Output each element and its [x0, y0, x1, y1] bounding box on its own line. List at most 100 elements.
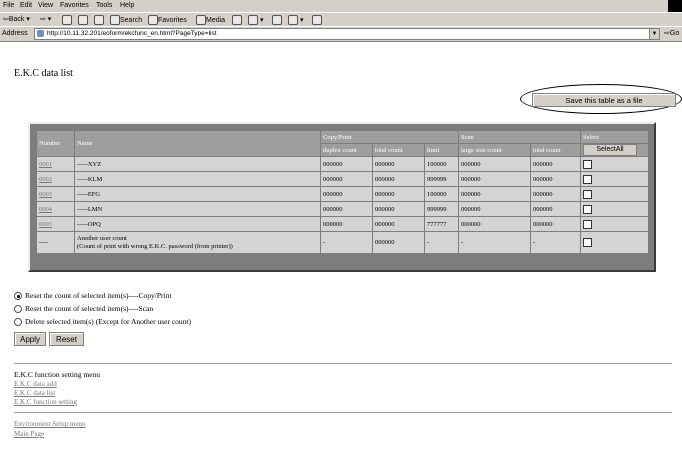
row-select-cell [580, 201, 649, 217]
search-icon [110, 15, 120, 25]
label-reset-scan: Reset the count of selected item(s)----S… [25, 304, 154, 313]
select-all-button[interactable]: SelectAll [583, 144, 637, 156]
row-limit: 100000 [424, 186, 459, 202]
header-name: Name [74, 130, 321, 157]
apply-button[interactable]: Apply [14, 332, 46, 346]
row-number-link[interactable]: 0005 [36, 216, 75, 232]
favorites-label: Favorites [158, 16, 187, 24]
header-copy-print: Copy/Print [320, 130, 459, 144]
other-limit: - [424, 231, 459, 254]
link-main-page[interactable]: Main Page [14, 430, 44, 438]
address-bar: Address http://10.11.32.201/eoform/ekcfu… [0, 26, 682, 42]
table-row: 0003 -----EFG 000000 000000 100000 00000… [36, 186, 649, 202]
row-select-cell [580, 216, 649, 232]
search-button[interactable]: Search [110, 15, 142, 25]
media-label: Media [206, 16, 226, 24]
link-environment-setup[interactable]: Environment Setup menu [14, 420, 86, 428]
option-reset-scan[interactable]: Reset the count of selected item(s)----S… [14, 304, 154, 314]
row-scan-total: 000000 [530, 171, 581, 187]
table-row: 0004 -----LMN 000000 000000 999999 00000… [36, 201, 649, 217]
media-icon [196, 15, 206, 25]
row-total: 000000 [372, 216, 425, 232]
radio-delete[interactable] [14, 318, 22, 327]
menu-file[interactable]: File [3, 2, 14, 9]
link-ekc-data-add[interactable]: E.K.C data add [14, 380, 57, 388]
address-label: Address [2, 30, 28, 37]
row-select-cell [580, 171, 649, 187]
option-reset-copy[interactable]: Reset the count of selected item(s)----C… [14, 291, 171, 301]
row-number-link[interactable]: 0001 [36, 156, 75, 172]
header-duplex-count: duplex count [320, 143, 373, 157]
other-scan-total: - [530, 231, 581, 254]
save-table-button[interactable]: Save this table as a file [532, 93, 676, 107]
address-dropdown-icon[interactable]: ▼ [649, 29, 659, 39]
header-large-size-count: large size count [458, 143, 531, 157]
row-limit: 999999 [424, 201, 459, 217]
select-all-cell: SelectAll [580, 143, 649, 157]
print-icon[interactable] [272, 15, 282, 25]
radio-reset-scan[interactable] [14, 305, 22, 314]
row-duplex: 000000 [320, 156, 373, 172]
row-large: 000000 [458, 186, 531, 202]
other-name-line1: Another user count [77, 234, 127, 242]
other-duplex: - [320, 231, 373, 254]
forward-icon[interactable]: ⇨ ▾ [40, 15, 51, 23]
other-select-cell [580, 231, 649, 254]
link-ekc-function-setting[interactable]: E.K.C function setting [14, 398, 77, 406]
row-name: -----EFG [74, 186, 321, 202]
link-ekc-data-list[interactable]: E.K.C data list [14, 389, 55, 397]
page-icon [37, 30, 44, 37]
discuss-icon[interactable] [312, 15, 322, 25]
row-name: -----OPQ [74, 216, 321, 232]
menu-tools[interactable]: Tools [96, 2, 112, 9]
menu-help[interactable]: Help [120, 2, 134, 9]
windows-logo-icon [668, 0, 682, 12]
table-row: 0005 -----OPQ 000000 000000 777777 00000… [36, 216, 649, 232]
radio-reset-copy[interactable] [14, 292, 22, 301]
row-number-link[interactable]: 0002 [36, 171, 75, 187]
row-name: -----LMN [74, 201, 321, 217]
address-input[interactable]: http://10.11.32.201/eoform/ekcfunc_en.ht… [34, 28, 660, 40]
label-delete: Delete selected item(s) (Except for Anot… [25, 317, 191, 326]
other-name-line2: (Count of print with wrong E.K.C. passwo… [77, 242, 233, 250]
divider [14, 363, 672, 364]
edit-icon[interactable]: ▾ [288, 15, 303, 25]
row-number-link[interactable]: 0003 [36, 186, 75, 202]
home-icon[interactable] [94, 15, 104, 25]
row-duplex: 000000 [320, 186, 373, 202]
stop-icon[interactable] [62, 15, 72, 25]
row-total: 000000 [372, 156, 425, 172]
row-select-checkbox[interactable] [583, 204, 592, 214]
refresh-icon[interactable] [78, 15, 88, 25]
back-button[interactable]: ⇦Back ▾ [3, 15, 30, 23]
address-url: http://10.11.32.201/eoform/ekcfunc_en.ht… [47, 30, 217, 37]
go-button[interactable]: ⇨Go [664, 29, 679, 37]
row-select-checkbox[interactable] [583, 189, 592, 199]
other-name: Another user count (Count of print with … [74, 231, 321, 254]
row-scan-total: 000000 [530, 201, 581, 217]
row-large: 000000 [458, 216, 531, 232]
media-button[interactable]: Media [196, 15, 225, 25]
other-select-checkbox[interactable] [583, 238, 592, 247]
divider [14, 412, 672, 413]
reset-button[interactable]: Reset [49, 332, 84, 346]
row-select-checkbox[interactable] [583, 219, 592, 229]
row-select-checkbox[interactable] [583, 159, 592, 169]
row-number-link[interactable]: 0004 [36, 201, 75, 217]
menu-view[interactable]: View [38, 2, 53, 9]
menu-edit[interactable]: Edit [20, 2, 32, 9]
row-scan-total: 000000 [530, 186, 581, 202]
table-row: 0002 -----KLM 000000 000000 999999 00000… [36, 171, 649, 187]
favorites-button[interactable]: Favorites [148, 15, 187, 25]
header-select: Select [580, 130, 649, 144]
option-delete[interactable]: Delete selected item(s) (Except for Anot… [14, 317, 191, 327]
row-select-checkbox[interactable] [583, 174, 592, 184]
header-number: Number [36, 130, 75, 157]
menu-favorites[interactable]: Favorites [60, 2, 89, 9]
history-icon[interactable] [232, 15, 242, 25]
browser-toolbar: ⇦Back ▾ ⇨ ▾ Search Favorites Media ▾ ▾ [0, 12, 682, 26]
row-limit: 999999 [424, 171, 459, 187]
row-name: -----XYZ [74, 156, 321, 172]
mail-icon[interactable]: ▾ [248, 15, 263, 25]
table-row-other-user: ---- Another user count (Count of print … [36, 231, 649, 254]
